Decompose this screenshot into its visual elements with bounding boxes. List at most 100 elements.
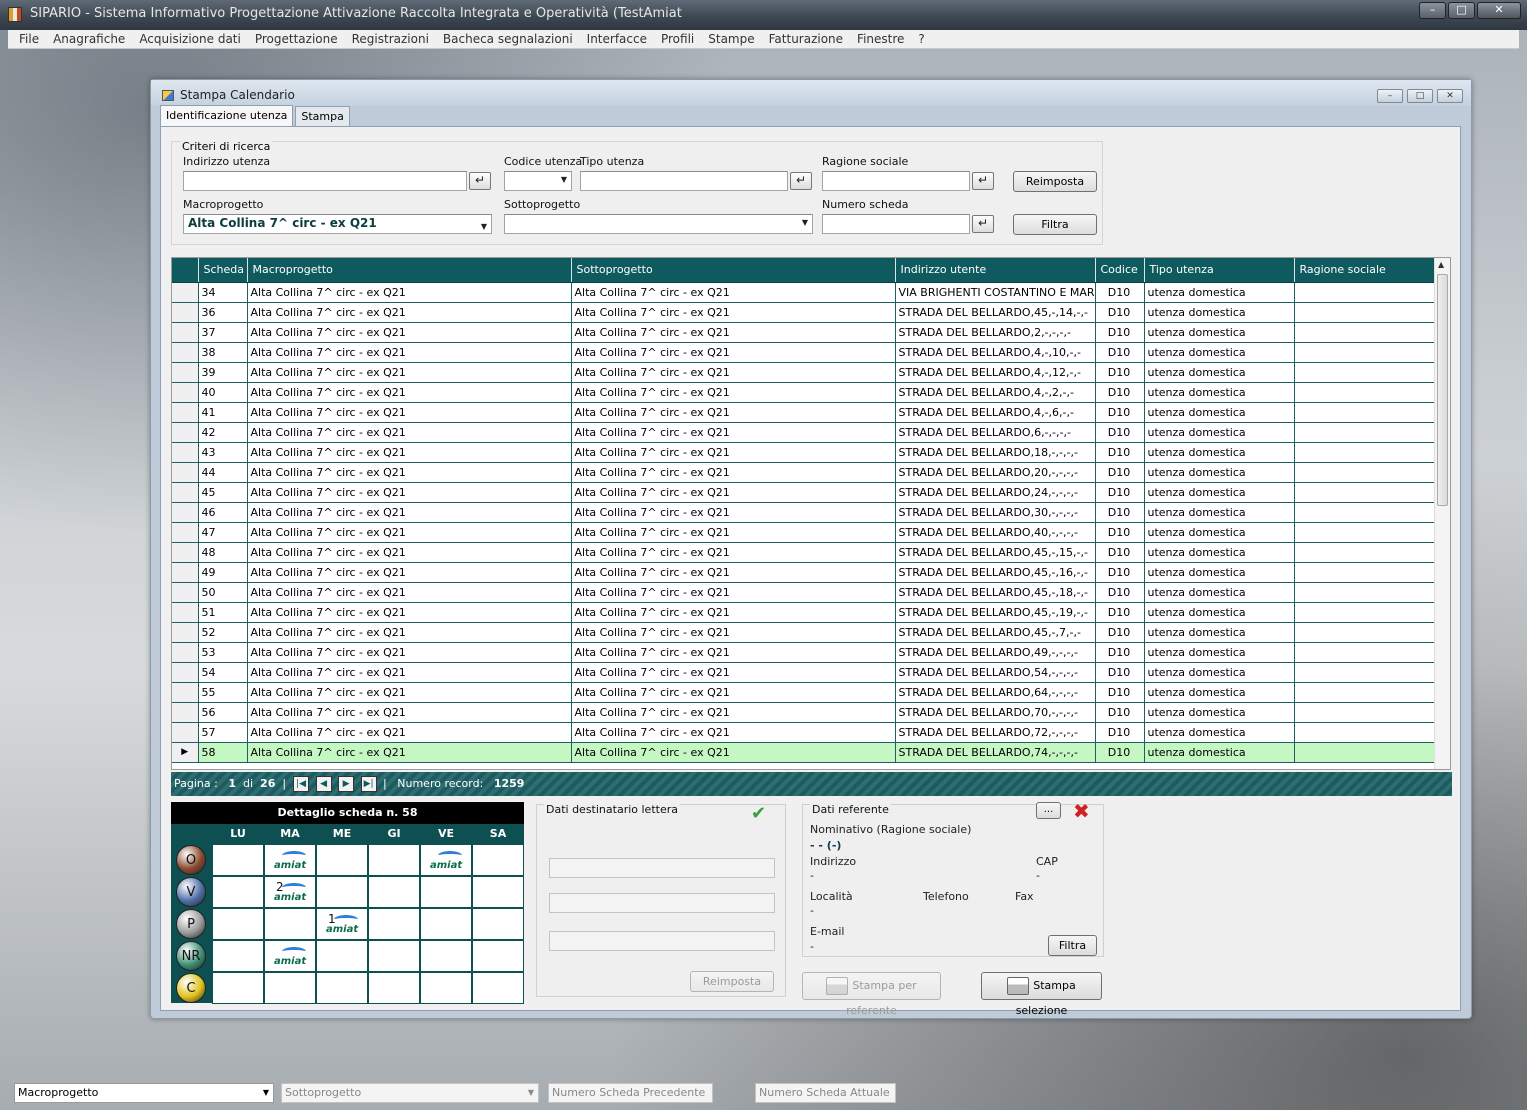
row-header[interactable]: [172, 542, 199, 563]
calendar-cell[interactable]: [472, 972, 524, 1004]
table-row[interactable]: 40 Alta Collina 7^ circ - ex Q21 Alta Coll…: [172, 382, 1436, 403]
tipo-enter-button[interactable]: ↵: [790, 172, 812, 190]
next-page-button[interactable]: ▶: [338, 776, 355, 792]
menu-stampe[interactable]: Stampe: [701, 30, 761, 48]
results-grid[interactable]: Scheda Macroprogetto Sottoprogetto Indir…: [171, 257, 1451, 770]
menu-profili[interactable]: Profili: [654, 30, 701, 48]
calendar-cell[interactable]: [212, 972, 264, 1004]
calendar-cell[interactable]: [316, 940, 368, 972]
minimize-button[interactable]: –: [1419, 2, 1446, 19]
row-header[interactable]: [172, 282, 199, 303]
status-scheda-attuale[interactable]: Numero Scheda Attuale: [755, 1083, 896, 1103]
maximize-button[interactable]: □: [1448, 2, 1475, 19]
sottoprogetto-combo[interactable]: ▼: [504, 214, 813, 234]
remove-icon[interactable]: ✖: [1073, 799, 1090, 823]
row-header[interactable]: [172, 422, 199, 443]
calendar-cell[interactable]: [472, 908, 524, 940]
calendar-cell[interactable]: [420, 908, 472, 940]
col-codice[interactable]: Codice: [1095, 258, 1145, 283]
menu-anagrafiche[interactable]: Anagrafiche: [46, 30, 132, 48]
indirizzo-input[interactable]: [183, 171, 467, 191]
row-header[interactable]: [172, 642, 199, 663]
col-ragione-sociale[interactable]: Ragione sociale: [1294, 258, 1436, 283]
table-row[interactable]: 42 Alta Collina 7^ circ - ex Q21 Alta Coll…: [172, 422, 1436, 443]
destinatario-reimposta-button[interactable]: Reimposta: [690, 971, 774, 992]
row-header[interactable]: [172, 482, 199, 503]
macroprogetto-combo[interactable]: Alta Collina 7^ circ - ex Q21 ▼: [183, 214, 492, 234]
calendar-cell[interactable]: [368, 876, 420, 908]
table-row[interactable]: 37 Alta Collina 7^ circ - ex Q21 Alta Coll…: [172, 322, 1436, 343]
row-header[interactable]: [172, 322, 199, 343]
calendar-cell[interactable]: [264, 972, 316, 1004]
tab-identificazione-utenza[interactable]: Identificazione utenza: [160, 105, 294, 127]
ragione-input[interactable]: [822, 171, 970, 191]
filtra-button[interactable]: Filtra: [1013, 214, 1097, 235]
table-row[interactable]: 52 Alta Collina 7^ circ - ex Q21 Alta Coll…: [172, 622, 1436, 643]
row-header[interactable]: [172, 522, 199, 543]
calendar-cell[interactable]: [472, 876, 524, 908]
calendar-cell[interactable]: [420, 876, 472, 908]
row-header[interactable]: [172, 582, 199, 603]
menu-bacheca-segnalazioni[interactable]: Bacheca segnalazioni: [436, 30, 580, 48]
table-row[interactable]: 34 Alta Collina 7^ circ - ex Q21 Alta Coll…: [172, 282, 1436, 303]
status-macroprogetto-combo[interactable]: Macroprogetto ▼: [14, 1083, 274, 1103]
ragione-enter-button[interactable]: ↵: [972, 172, 994, 190]
scroll-thumb[interactable]: [1437, 274, 1448, 506]
table-row[interactable]: 43 Alta Collina 7^ circ - ex Q21 Alta Coll…: [172, 442, 1436, 463]
row-header[interactable]: [172, 602, 199, 623]
destinatario-field-1[interactable]: [549, 858, 775, 878]
menu-acquisizione-dati[interactable]: Acquisizione dati: [132, 30, 248, 48]
status-sottoprogetto-combo[interactable]: Sottoprogetto ▼: [281, 1083, 539, 1103]
numero-scheda-input[interactable]: [822, 214, 970, 234]
row-header[interactable]: [172, 302, 199, 323]
calendar-cell[interactable]: [368, 972, 420, 1004]
table-row[interactable]: 45 Alta Collina 7^ circ - ex Q21 Alta Coll…: [172, 482, 1436, 503]
col-sottoprogetto[interactable]: Sottoprogetto: [571, 258, 896, 283]
menu-help[interactable]: ?: [911, 30, 931, 48]
calendar-cell[interactable]: [368, 844, 420, 876]
row-header[interactable]: [172, 502, 199, 523]
check-icon[interactable]: ✔: [751, 803, 766, 824]
table-row[interactable]: 39 Alta Collina 7^ circ - ex Q21 Alta Coll…: [172, 362, 1436, 383]
calendar-cell[interactable]: [316, 876, 368, 908]
calendar-cell[interactable]: [472, 844, 524, 876]
col-tipo-utenza[interactable]: Tipo utenza: [1144, 258, 1295, 283]
menu-file[interactable]: File: [12, 30, 46, 48]
row-header[interactable]: [172, 682, 199, 703]
row-header[interactable]: [172, 342, 199, 363]
codice-combo[interactable]: ▼: [504, 171, 572, 191]
destinatario-field-3[interactable]: [549, 931, 775, 951]
row-header[interactable]: [172, 662, 199, 683]
child-close-button[interactable]: ✕: [1437, 89, 1463, 103]
table-row[interactable]: 36 Alta Collina 7^ circ - ex Q21 Alta Coll…: [172, 302, 1436, 323]
table-row[interactable]: ▶ 58 Alta Collina 7^ circ - ex Q21 Alta Col…: [172, 742, 1436, 763]
calendar-cell[interactable]: [212, 940, 264, 972]
row-header[interactable]: [172, 442, 199, 463]
referente-filtra-button[interactable]: Filtra: [1048, 935, 1097, 956]
status-scheda-precedente[interactable]: Numero Scheda Precedente: [548, 1083, 713, 1103]
stampa-referente-button[interactable]: Stampa per referente: [802, 972, 941, 1017]
table-row[interactable]: 46 Alta Collina 7^ circ - ex Q21 Alta Coll…: [172, 502, 1436, 523]
calendar-cell[interactable]: [368, 940, 420, 972]
calendar-cell[interactable]: [420, 972, 472, 1004]
table-row[interactable]: 51 Alta Collina 7^ circ - ex Q21 Alta Coll…: [172, 602, 1436, 623]
reimposta-button[interactable]: Reimposta: [1013, 171, 1097, 192]
tipo-input[interactable]: [580, 171, 788, 191]
row-header[interactable]: [172, 362, 199, 383]
scroll-up-icon[interactable]: ▲: [1438, 260, 1444, 269]
close-button[interactable]: ✕: [1477, 2, 1521, 19]
calendar-cell[interactable]: [316, 844, 368, 876]
calendar-cell[interactable]: [264, 908, 316, 940]
menu-interfacce[interactable]: Interfacce: [580, 30, 654, 48]
calendar-cell[interactable]: [212, 876, 264, 908]
indirizzo-enter-button[interactable]: ↵: [469, 172, 491, 190]
table-row[interactable]: 55 Alta Collina 7^ circ - ex Q21 Alta Coll…: [172, 682, 1436, 703]
child-restore-button[interactable]: □: [1407, 89, 1433, 103]
row-header[interactable]: [172, 402, 199, 423]
menu-finestre[interactable]: Finestre: [850, 30, 911, 48]
first-page-button[interactable]: |◀: [293, 776, 310, 792]
grid-vertical-scrollbar[interactable]: ▲: [1434, 258, 1450, 769]
table-row[interactable]: 47 Alta Collina 7^ circ - ex Q21 Alta Coll…: [172, 522, 1436, 543]
row-header[interactable]: [172, 702, 199, 723]
menu-progettazione[interactable]: Progettazione: [248, 30, 345, 48]
